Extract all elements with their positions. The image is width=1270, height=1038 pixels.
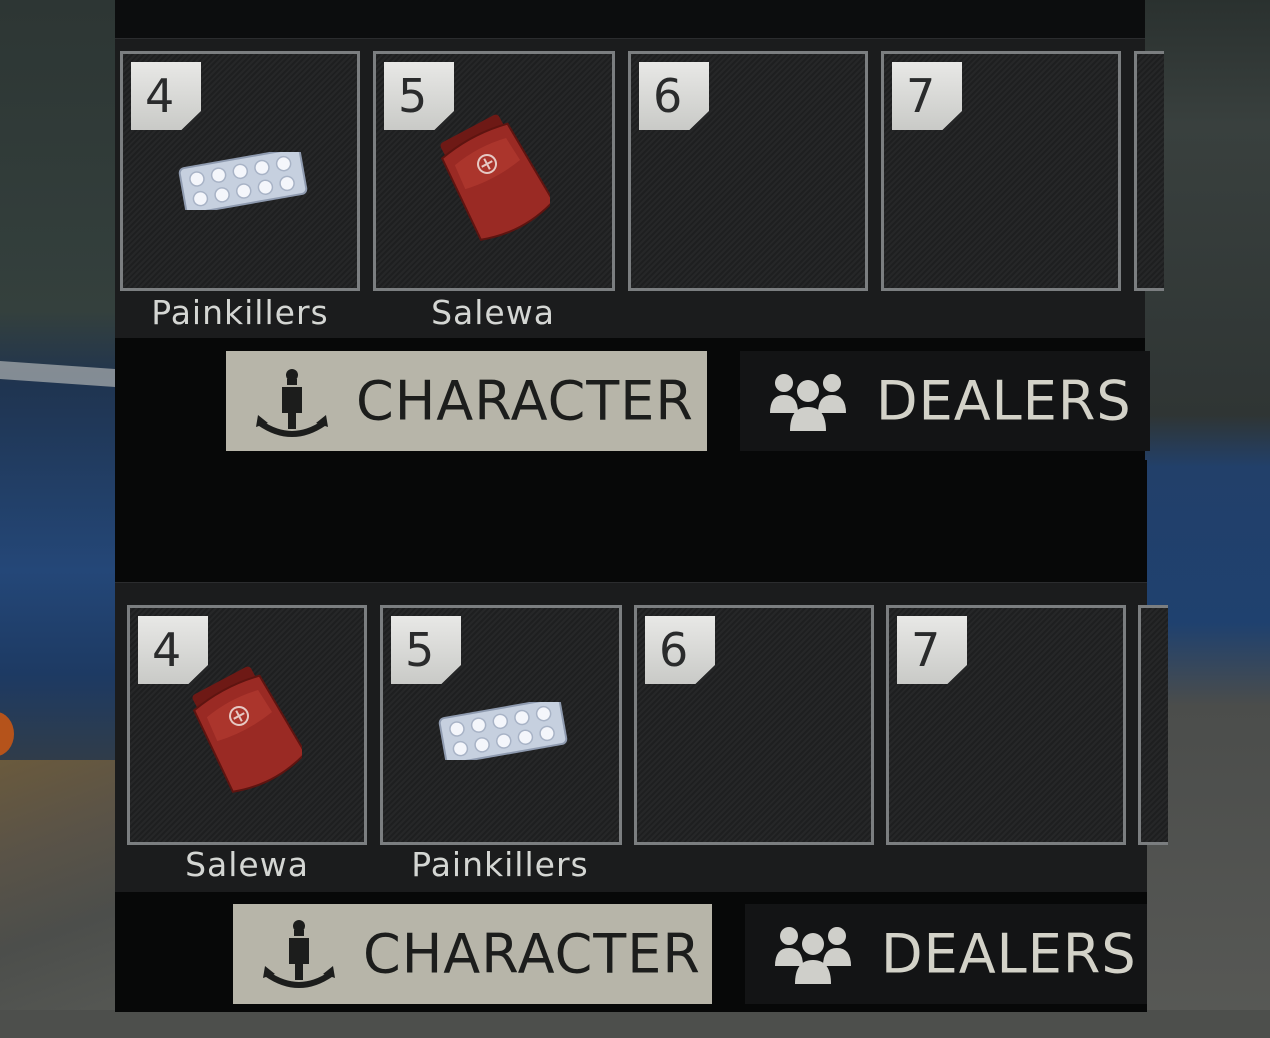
- quick-slot-4[interactable]: 4: [120, 51, 360, 291]
- slot-label: Salewa: [185, 845, 309, 884]
- floor-left: [0, 760, 115, 1038]
- bottom-tab-bar: CHARACTER DEALERS: [115, 338, 1150, 460]
- quick-slot-8-partial[interactable]: [1138, 605, 1168, 845]
- quick-slot-6[interactable]: 6: [634, 605, 874, 845]
- slot-number: 7: [892, 62, 962, 130]
- salewa-icon: [192, 666, 302, 793]
- quick-slots-bar: 4 5: [115, 38, 1164, 340]
- dealers-icon: [775, 927, 851, 984]
- quick-slot-7[interactable]: 7: [881, 51, 1121, 291]
- slot-label: Salewa: [431, 293, 555, 332]
- tab-dealers[interactable]: DEALERS: [745, 904, 1147, 1004]
- tab-label: DEALERS: [876, 369, 1132, 433]
- slot-label: Painkillers: [411, 845, 589, 884]
- dealers-icon: [770, 374, 846, 431]
- painkillers-icon: [178, 152, 308, 210]
- bottom-tab-bar: CHARACTER DEALERS: [115, 892, 1147, 1012]
- slot-number: 5: [391, 616, 461, 684]
- tab-character[interactable]: CHARACTER: [233, 904, 712, 1004]
- panel-top-strip: [115, 460, 1147, 582]
- quick-slot-4[interactable]: 4: [127, 605, 367, 845]
- slot-number: 6: [639, 62, 709, 130]
- painkillers-icon: [438, 702, 568, 760]
- tab-label: CHARACTER: [356, 369, 694, 433]
- quick-slot-7[interactable]: 7: [886, 605, 1126, 845]
- character-icon: [263, 920, 335, 988]
- quick-slots-bar: 4 5: [115, 582, 1168, 894]
- slot-number: 7: [897, 616, 967, 684]
- panel-top-strip: [115, 0, 1145, 38]
- slot-number: 4: [131, 62, 201, 130]
- quick-slot-6[interactable]: 6: [628, 51, 868, 291]
- inventory-panel-after: 4 5 6 7 Salewa Painkillers CHARACTER DEA…: [115, 460, 1168, 1012]
- slot-label: Painkillers: [151, 293, 329, 332]
- quick-slot-5[interactable]: 5: [380, 605, 622, 845]
- quick-slot-8-partial[interactable]: [1134, 51, 1164, 291]
- quick-slot-5[interactable]: 5: [373, 51, 615, 291]
- tab-dealers[interactable]: DEALERS: [740, 351, 1150, 451]
- salewa-icon: [440, 114, 550, 241]
- tab-label: CHARACTER: [363, 922, 701, 986]
- tab-label: DEALERS: [881, 922, 1137, 986]
- slot-number: 6: [645, 616, 715, 684]
- inventory-panel-before: 4 5 6 7 Painkillers Salewa CHARACTER DEA…: [115, 0, 1164, 460]
- tab-character[interactable]: CHARACTER: [226, 351, 707, 451]
- character-icon: [256, 369, 328, 437]
- floor-bottom: [0, 1010, 1270, 1038]
